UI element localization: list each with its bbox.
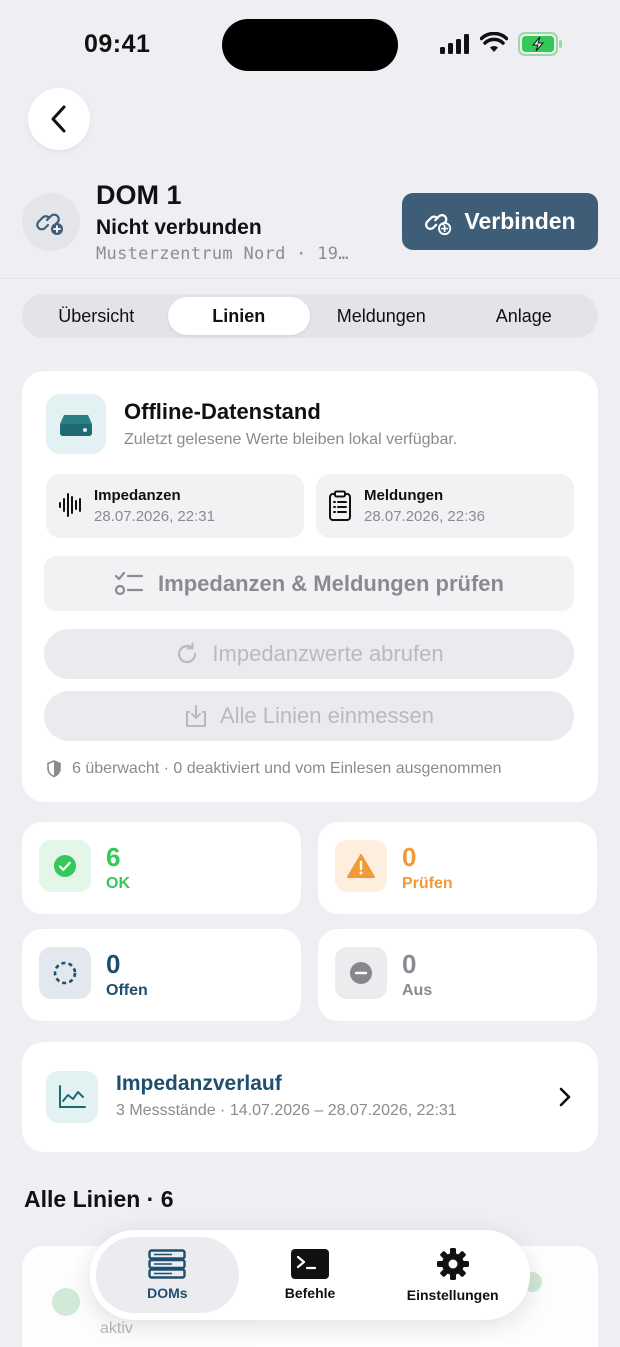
aus-count: 0 (402, 949, 417, 979)
battery-charging-icon (518, 32, 564, 61)
measure-all-button[interactable]: Alle Linien einmessen (44, 691, 574, 741)
tab-doms[interactable]: DOMs (96, 1237, 239, 1313)
tab-meldungen[interactable]: Meldungen (310, 297, 453, 335)
link-plus-icon (36, 213, 63, 235)
pruefen-label: Prüfen (402, 875, 453, 892)
stat-ok[interactable]: 6 OK (22, 822, 301, 914)
tab-einstellungen[interactable]: Einstellungen (381, 1237, 524, 1313)
monitoring-text: 6 überwacht · 0 deaktiviert und vom Einl… (72, 760, 502, 777)
dom-location: Musterzentrum Nord · 19… (96, 244, 349, 264)
status-time: 09:41 (84, 30, 151, 58)
stat-pruefen[interactable]: 0 Prüfen (318, 822, 597, 914)
ok-count: 6 (106, 842, 121, 872)
stat-aus[interactable]: 0 Aus (318, 929, 597, 1021)
tab-linien[interactable]: Linien (167, 297, 310, 335)
signal-icon (440, 34, 472, 59)
chevron-right-icon (558, 1086, 572, 1113)
check-circle-icon (39, 840, 91, 892)
tab-doms-label: DOMs (147, 1285, 188, 1301)
refresh-icon (178, 642, 197, 664)
offline-data-card: Offline-Datenstand Zuletzt gelesene Wert… (22, 371, 598, 802)
measure-label: Alle Linien einmessen (219, 703, 435, 728)
meldungen-timestamp: 28.07.2026, 22:36 (364, 508, 485, 525)
meldungen-label: Meldungen (364, 487, 444, 504)
tab-befehle[interactable]: Befehle (239, 1237, 382, 1313)
tab-einstellungen-label: Einstellungen (406, 1287, 499, 1303)
server-rack-icon (148, 1249, 187, 1279)
impedance-trend-card[interactable]: Impedanzverlauf 3 Messstände · 14.07.202… (22, 1042, 598, 1152)
chevron-left-icon (51, 105, 66, 133)
dom-link-avatar (22, 193, 80, 251)
minus-circle-icon (335, 947, 387, 999)
ok-label: OK (106, 875, 130, 892)
offen-count: 0 (106, 949, 121, 979)
line-state: aktiv (100, 1320, 133, 1337)
aus-label: Aus (402, 982, 433, 999)
tab-anlage[interactable]: Anlage (453, 297, 596, 335)
fetch-label: Impedanzwerte abrufen (212, 641, 444, 666)
trend-subtitle: 3 Messstände · 14.07.2026 – 28.07.2026, … (116, 1102, 457, 1119)
waveform-icon (58, 490, 84, 525)
storage-icon (46, 394, 106, 454)
link-plus-icon (425, 213, 452, 235)
tray-download-icon (185, 705, 206, 727)
monitoring-summary: 6 überwacht · 0 deaktiviert und vom Einl… (46, 760, 502, 778)
tab-uebersicht[interactable]: Übersicht (25, 297, 168, 335)
warning-icon (335, 840, 387, 892)
tab-befehle-label: Befehle (284, 1285, 336, 1301)
offen-label: Offen (106, 982, 148, 999)
terminal-icon (291, 1249, 329, 1279)
back-button[interactable] (28, 88, 90, 150)
header-divider (0, 278, 620, 279)
clipboard-list-icon (328, 490, 352, 527)
offline-title: Offline-Datenstand (124, 399, 321, 424)
checklist-icon (114, 571, 144, 595)
check-button[interactable]: Impedanzen & Meldungen prüfen (44, 556, 574, 611)
stat-offen[interactable]: 0 Offen (22, 929, 301, 1021)
connect-label: Verbinden (464, 208, 576, 234)
dashed-circle-icon (39, 947, 91, 999)
page-title: DOM 1 (96, 180, 182, 210)
line-chart-icon (46, 1071, 98, 1123)
impedanzen-label: Impedanzen (94, 487, 181, 504)
all-lines-title: Alle Linien · 6 (24, 1186, 174, 1212)
trend-title: Impedanzverlauf (116, 1072, 282, 1095)
dynamic-island (222, 19, 398, 71)
offline-subtitle: Zuletzt gelesene Werte bleiben lokal ver… (124, 431, 458, 448)
impedanzen-timestamp: 28.07.2026, 22:31 (94, 508, 215, 525)
bottom-tab-bar: DOMs Befehle Einstellungen (90, 1230, 530, 1320)
wifi-icon (479, 31, 509, 59)
section-tabs: Übersicht Linien Meldungen Anlage (22, 294, 598, 338)
check-label: Impedanzen & Meldungen prüfen (158, 570, 504, 596)
impedanzen-tile: Impedanzen 28.07.2026, 22:31 (46, 474, 304, 538)
shield-icon (47, 760, 61, 778)
gear-icon (436, 1248, 469, 1280)
pruefen-count: 0 (402, 842, 417, 872)
fetch-impedance-button[interactable]: Impedanzwerte abrufen (44, 629, 574, 679)
connect-button[interactable]: Verbinden (402, 193, 598, 250)
meldungen-tile: Meldungen 28.07.2026, 22:36 (316, 474, 574, 538)
check-circle-icon (52, 1288, 80, 1316)
connection-status: Nicht verbunden (96, 216, 262, 239)
